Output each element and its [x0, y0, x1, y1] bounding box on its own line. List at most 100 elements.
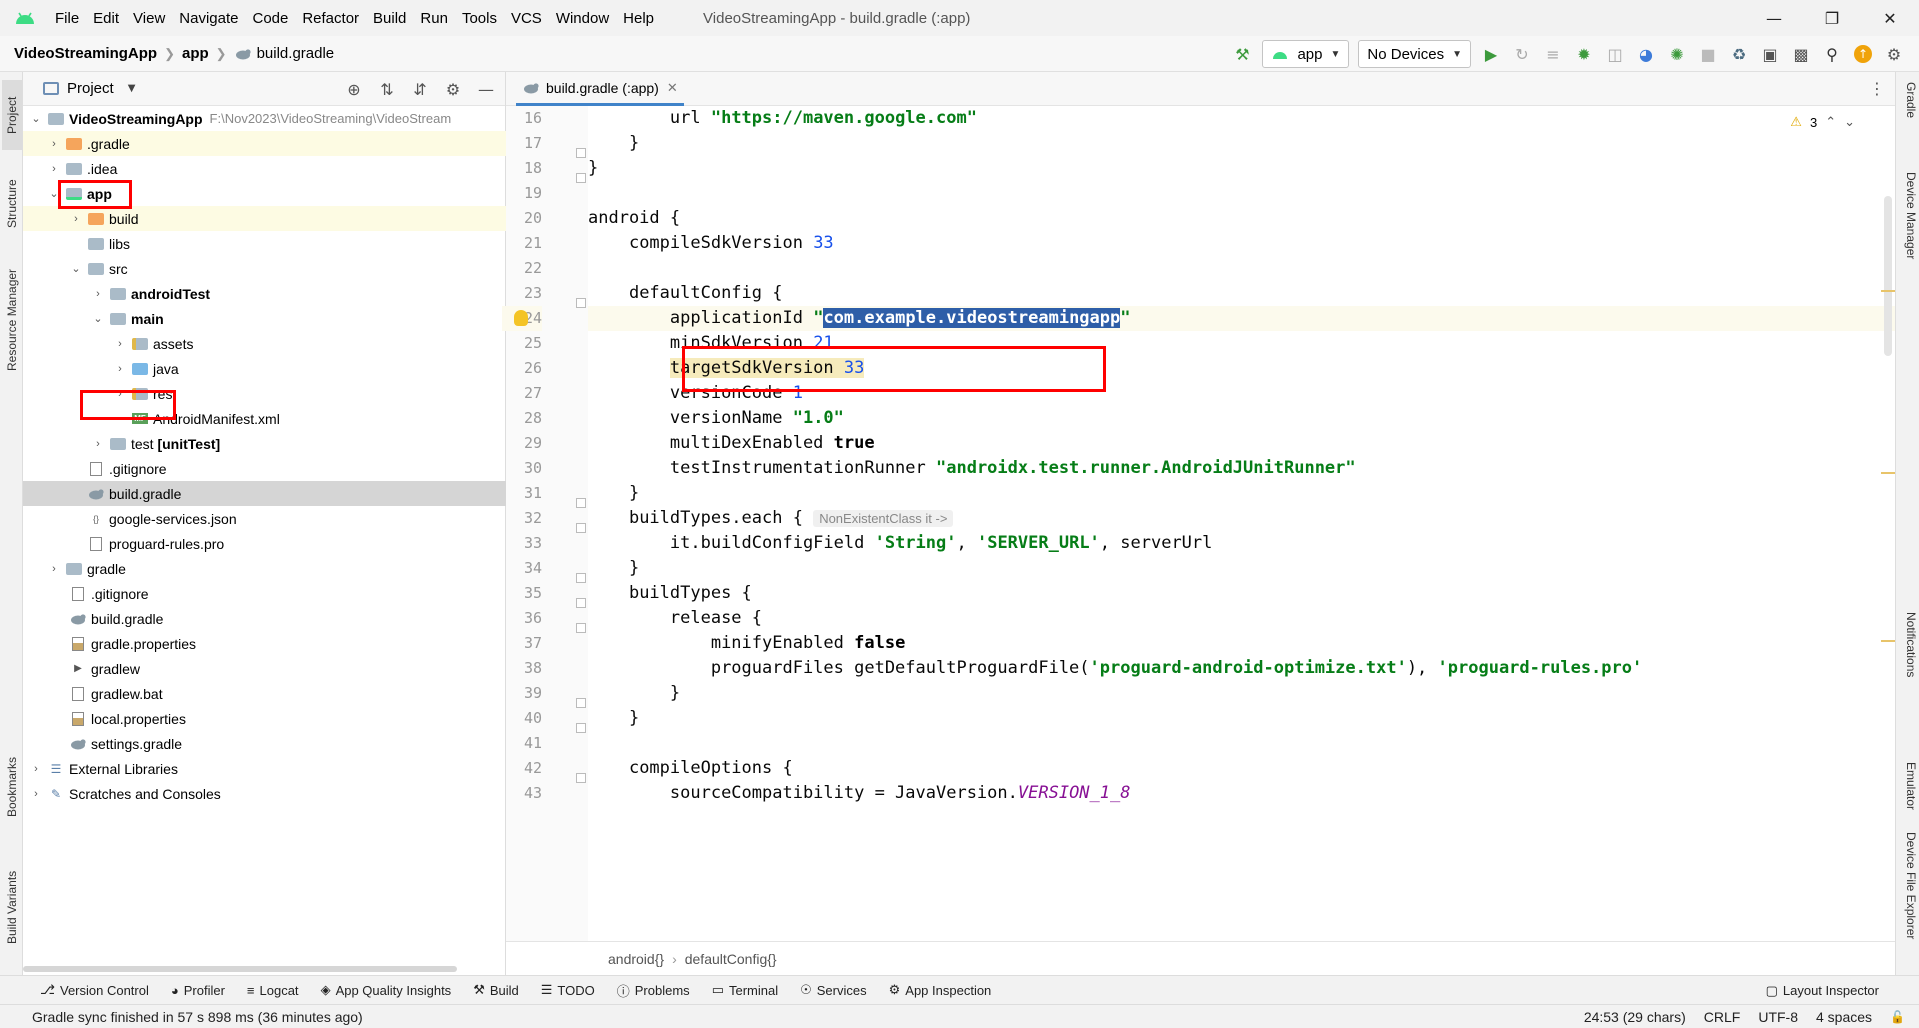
- more-options-icon[interactable]: ⋮: [1869, 79, 1885, 98]
- menu-vcs[interactable]: VCS: [504, 10, 549, 27]
- tool-app-quality-insights[interactable]: ◈ App Quality Insights: [321, 982, 452, 998]
- stop-icon[interactable]: ■: [1697, 43, 1719, 65]
- tree-item-build[interactable]: › build: [23, 206, 506, 231]
- options-gear-icon[interactable]: ⚙: [442, 78, 464, 100]
- warning-stripe-mark[interactable]: [1881, 290, 1895, 292]
- tree-item-scratches[interactable]: › ✎ Scratches and Consoles: [23, 781, 506, 806]
- warning-stripe-mark[interactable]: [1881, 472, 1895, 474]
- selected-text[interactable]: com.example.videostreamingapp: [823, 308, 1121, 328]
- chevron-right-icon[interactable]: ›: [47, 563, 61, 575]
- tool-tab-emulator[interactable]: Emulator: [1900, 762, 1918, 832]
- run-icon[interactable]: ▶: [1480, 43, 1502, 65]
- breadcrumb-file[interactable]: build.gradle: [234, 45, 334, 62]
- tree-item-gradlew[interactable]: ▶ gradlew: [23, 656, 506, 681]
- tree-item-root-build-gradle[interactable]: build.gradle: [23, 606, 506, 631]
- close-window-icon[interactable]: ✕: [1861, 0, 1919, 36]
- debug-icon[interactable]: ✹: [1573, 43, 1595, 65]
- chevron-right-icon[interactable]: ›: [47, 138, 61, 150]
- chevron-down-icon[interactable]: ▼: [128, 83, 136, 94]
- tree-item-root-gitignore[interactable]: .gitignore: [23, 581, 506, 606]
- chevron-down-icon[interactable]: ⌄: [29, 112, 43, 125]
- run-configuration-select[interactable]: app ▼: [1262, 40, 1350, 68]
- warning-stripe-mark[interactable]: [1881, 640, 1895, 642]
- tool-version-control[interactable]: ⎇ Version Control: [40, 982, 149, 998]
- make-project-hammer-icon[interactable]: ⚒: [1231, 43, 1253, 65]
- tool-app-inspection[interactable]: ⚙ App Inspection: [889, 982, 992, 998]
- tool-tab-notifications[interactable]: Notifications: [1900, 612, 1918, 707]
- lightbulb-icon[interactable]: [514, 310, 528, 326]
- settings-gear-icon[interactable]: ⚙: [1883, 43, 1905, 65]
- code-area[interactable]: url "https://maven.google.com" } } andro…: [588, 106, 1895, 941]
- tree-item-root[interactable]: ⌄ VideoStreamingApp F:\Nov2023\VideoStre…: [23, 106, 506, 131]
- restore-icon[interactable]: ❐: [1803, 0, 1861, 36]
- tree-item-main[interactable]: ⌄ main: [23, 306, 506, 331]
- tool-tab-resource-manager[interactable]: Resource Manager: [2, 250, 22, 390]
- tree-item-external-libraries[interactable]: › ☰ External Libraries: [23, 756, 506, 781]
- chevron-right-icon[interactable]: ›: [91, 438, 105, 450]
- apply-changes-icon[interactable]: ↻: [1511, 43, 1533, 65]
- tree-item-res[interactable]: › res: [23, 381, 506, 406]
- tool-tab-gradle[interactable]: Gradle: [1900, 82, 1918, 152]
- menu-tools[interactable]: Tools: [455, 10, 504, 27]
- search-icon[interactable]: ⚲: [1821, 43, 1843, 65]
- chevron-down-icon[interactable]: ⌄: [47, 187, 61, 200]
- fold-marker-icon[interactable]: [576, 298, 586, 308]
- menu-view[interactable]: View: [126, 10, 172, 27]
- fold-marker-icon[interactable]: [576, 148, 586, 158]
- tree-item-gradle-properties[interactable]: gradle.properties: [23, 631, 506, 656]
- menu-edit[interactable]: Edit: [86, 10, 126, 27]
- fold-marker-icon[interactable]: [576, 173, 586, 183]
- tool-profiler[interactable]: ◕ Profiler: [171, 983, 225, 998]
- fold-marker-icon[interactable]: [576, 573, 586, 583]
- breadcrumb-default-config[interactable]: defaultConfig{}: [685, 951, 777, 967]
- menu-window[interactable]: Window: [549, 10, 616, 27]
- menu-run[interactable]: Run: [413, 10, 455, 27]
- horizontal-scrollbar[interactable]: [23, 966, 457, 972]
- sync-gradle-icon[interactable]: ♻: [1728, 43, 1750, 65]
- inspection-widget[interactable]: ⚠ 3 ⌃ ⌄: [1790, 114, 1855, 130]
- apply-code-changes-icon[interactable]: ≡: [1542, 43, 1564, 65]
- sdk-manager-icon[interactable]: ▩: [1790, 43, 1812, 65]
- menu-code[interactable]: Code: [245, 10, 295, 27]
- fold-marker-icon[interactable]: [576, 523, 586, 533]
- chevron-right-icon[interactable]: ›: [113, 388, 127, 400]
- coverage-icon[interactable]: ◫: [1604, 43, 1626, 65]
- breadcrumb-module[interactable]: app: [182, 45, 209, 62]
- tool-tab-device-file-explorer[interactable]: Device File Explorer: [1900, 832, 1918, 972]
- tree-item-proguard[interactable]: proguard-rules.pro: [23, 531, 506, 556]
- tool-logcat[interactable]: ≡ Logcat: [247, 983, 299, 998]
- hide-panel-icon[interactable]: —: [475, 78, 497, 100]
- tree-item-java[interactable]: › java: [23, 356, 506, 381]
- fold-marker-icon[interactable]: [576, 498, 586, 508]
- chevron-right-icon[interactable]: ›: [91, 288, 105, 300]
- tree-item-assets[interactable]: › assets: [23, 331, 506, 356]
- tool-tab-device-manager[interactable]: Device Manager: [1900, 172, 1918, 292]
- menu-file[interactable]: File: [48, 10, 86, 27]
- vertical-scrollbar[interactable]: [1881, 106, 1895, 941]
- indent-setting[interactable]: 4 spaces: [1816, 1009, 1872, 1025]
- menu-refactor[interactable]: Refactor: [295, 10, 366, 27]
- tree-item-gradlew-bat[interactable]: gradlew.bat: [23, 681, 506, 706]
- tree-item-settings-gradle[interactable]: settings.gradle: [23, 731, 506, 756]
- expand-all-icon[interactable]: ⇅: [376, 78, 398, 100]
- tree-item-app[interactable]: ⌄ app: [23, 181, 506, 206]
- chevron-down-icon[interactable]: ⌄: [91, 312, 105, 325]
- chevron-right-icon[interactable]: ›: [69, 213, 83, 225]
- line-separator[interactable]: CRLF: [1704, 1009, 1741, 1025]
- fold-marker-icon[interactable]: [576, 773, 586, 783]
- fold-marker-icon[interactable]: [576, 698, 586, 708]
- collapse-all-icon[interactable]: ⇵: [409, 78, 431, 100]
- close-tab-icon[interactable]: ✕: [667, 80, 678, 96]
- tool-tab-bookmarks[interactable]: Bookmarks: [2, 732, 22, 842]
- tree-item-google-services[interactable]: {} google-services.json: [23, 506, 506, 531]
- chevron-right-icon[interactable]: ›: [113, 338, 127, 350]
- tree-item-app-build-gradle[interactable]: build.gradle: [23, 481, 506, 506]
- fold-marker-icon[interactable]: [576, 598, 586, 608]
- chevron-right-icon[interactable]: ›: [29, 788, 43, 800]
- fold-marker-icon[interactable]: [576, 623, 586, 633]
- project-panel-title[interactable]: Project: [67, 80, 114, 97]
- tool-tab-build-variants[interactable]: Build Variants: [2, 850, 22, 965]
- chevron-down-icon[interactable]: ⌄: [69, 262, 83, 275]
- tool-terminal[interactable]: ▭ Terminal: [712, 982, 778, 998]
- chevron-right-icon[interactable]: ›: [29, 763, 43, 775]
